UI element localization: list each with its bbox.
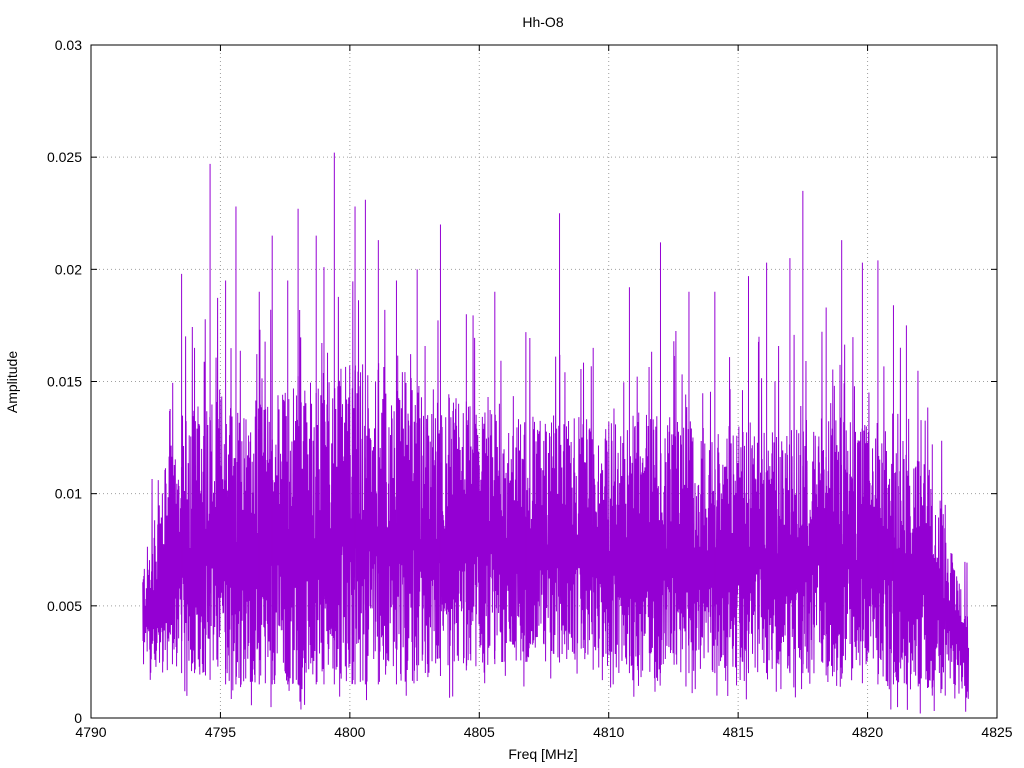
x-tick-label: 4815 xyxy=(723,724,754,740)
x-tick-label: 4805 xyxy=(464,724,495,740)
y-tick-label: 0.025 xyxy=(47,149,82,165)
y-tick-label: 0.005 xyxy=(47,598,82,614)
x-axis-label: Freq [MHz] xyxy=(508,746,577,762)
x-tick-label: 4800 xyxy=(334,724,365,740)
x-tick-label: 4825 xyxy=(981,724,1012,740)
y-tick-label: 0.01 xyxy=(55,486,82,502)
y-tick-label: 0.03 xyxy=(55,37,82,53)
series-signal xyxy=(142,152,970,714)
signal-trace xyxy=(142,281,970,714)
amplitude-chart: 4790 4795 4800 4805 4810 4815 4820 4825 0 0.005 0… xyxy=(4,14,1013,762)
y-tick-label: 0.02 xyxy=(55,261,82,277)
x-tick-label: 4790 xyxy=(75,724,106,740)
y-tick-label: 0.015 xyxy=(47,374,82,390)
x-tick-label: 4795 xyxy=(205,724,236,740)
x-tick-label: 4820 xyxy=(852,724,883,740)
x-tick-label: 4810 xyxy=(593,724,624,740)
chart-title: Hh-O8 xyxy=(522,14,563,30)
y-axis-label: Amplitude xyxy=(4,351,20,413)
y-tick-label: 0 xyxy=(74,710,82,726)
